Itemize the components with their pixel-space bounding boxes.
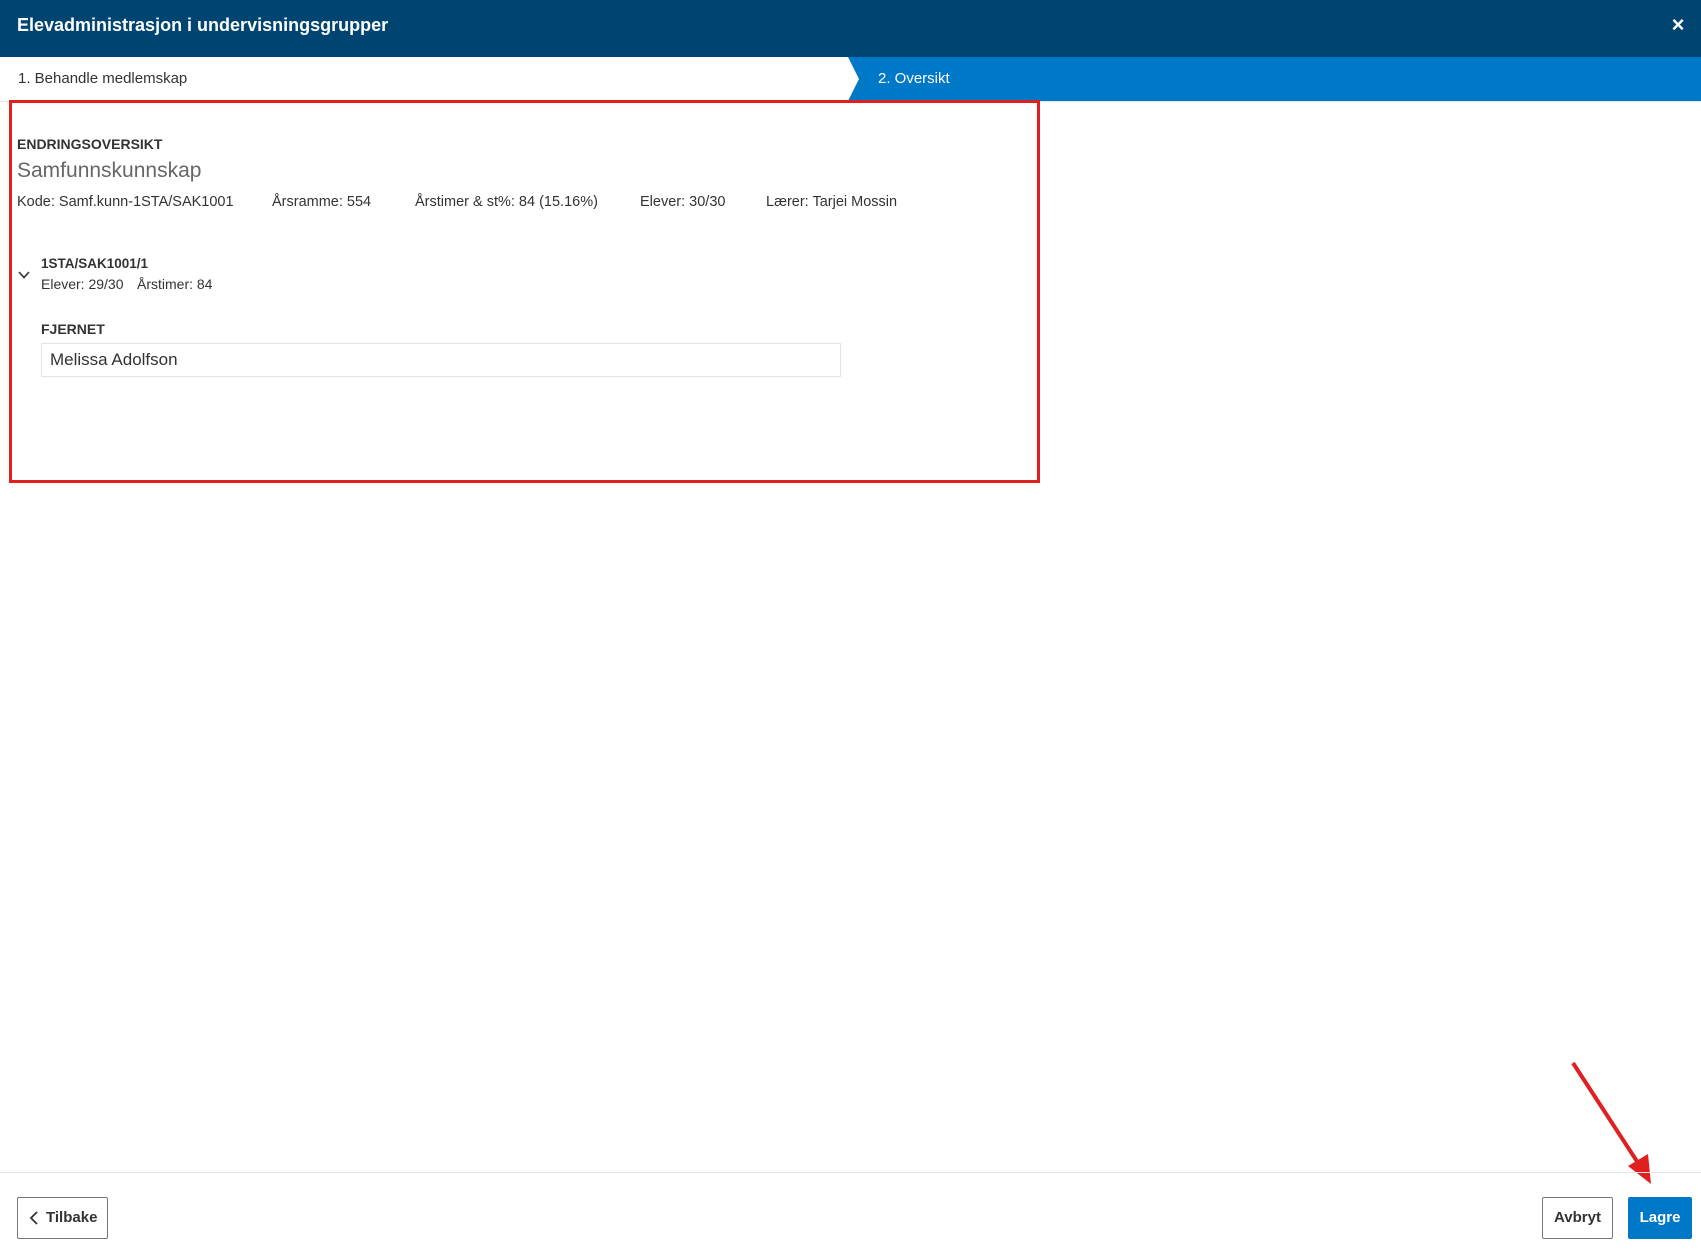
course-title: Samfunnskunnskap xyxy=(17,159,202,182)
annotation-arrow xyxy=(1571,1061,1651,1184)
step-oversikt-label: 2. Oversikt xyxy=(878,70,950,87)
chevron-left-icon xyxy=(29,1211,38,1225)
course-teacher: Lærer: Tarjei Mossin xyxy=(766,194,898,210)
removed-label: FJERNET xyxy=(41,321,105,337)
removed-student-row: Melissa Adolfson xyxy=(41,343,841,377)
step-oversikt[interactable]: 2. Oversikt xyxy=(848,57,1701,101)
cancel-button-label: Avbryt xyxy=(1554,1209,1601,1226)
course-students: Elever: 30/30 xyxy=(640,194,726,210)
dialog-header: Elevadministrasjon i undervisningsgruppe… xyxy=(0,0,1701,57)
cancel-button[interactable]: Avbryt xyxy=(1542,1197,1613,1239)
section-label: ENDRINGSOVERSIKT xyxy=(17,136,163,152)
wizard-steps: 1. Behandle medlemskap 2. Oversikt xyxy=(0,57,1701,102)
student-name: Melissa Adolfson xyxy=(50,350,178,369)
group-students: Elever: 29/30 xyxy=(41,276,124,292)
group-code: 1STA/SAK1001/1 xyxy=(41,256,149,271)
back-button[interactable]: Tilbake xyxy=(17,1197,108,1239)
course-hours-pct: Årstimer & st%: 84 (15.16%) xyxy=(415,194,598,210)
save-button[interactable]: Lagre xyxy=(1628,1197,1692,1239)
course-code: Kode: Samf.kunn-1STA/SAK1001 xyxy=(17,194,234,210)
back-button-label: Tilbake xyxy=(46,1209,98,1226)
course-yearly-frame: Årsramme: 554 xyxy=(272,194,372,210)
step-behandle-medlemskap[interactable]: 1. Behandle medlemskap xyxy=(18,70,187,87)
chevron-down-icon[interactable] xyxy=(17,268,31,282)
group-hours: Årstimer: 84 xyxy=(137,276,213,292)
dialog-title: Elevadministrasjon i undervisningsgruppe… xyxy=(17,15,389,35)
footer-divider xyxy=(0,1172,1701,1173)
save-button-label: Lagre xyxy=(1639,1209,1681,1226)
close-icon[interactable]: × xyxy=(1665,12,1691,38)
